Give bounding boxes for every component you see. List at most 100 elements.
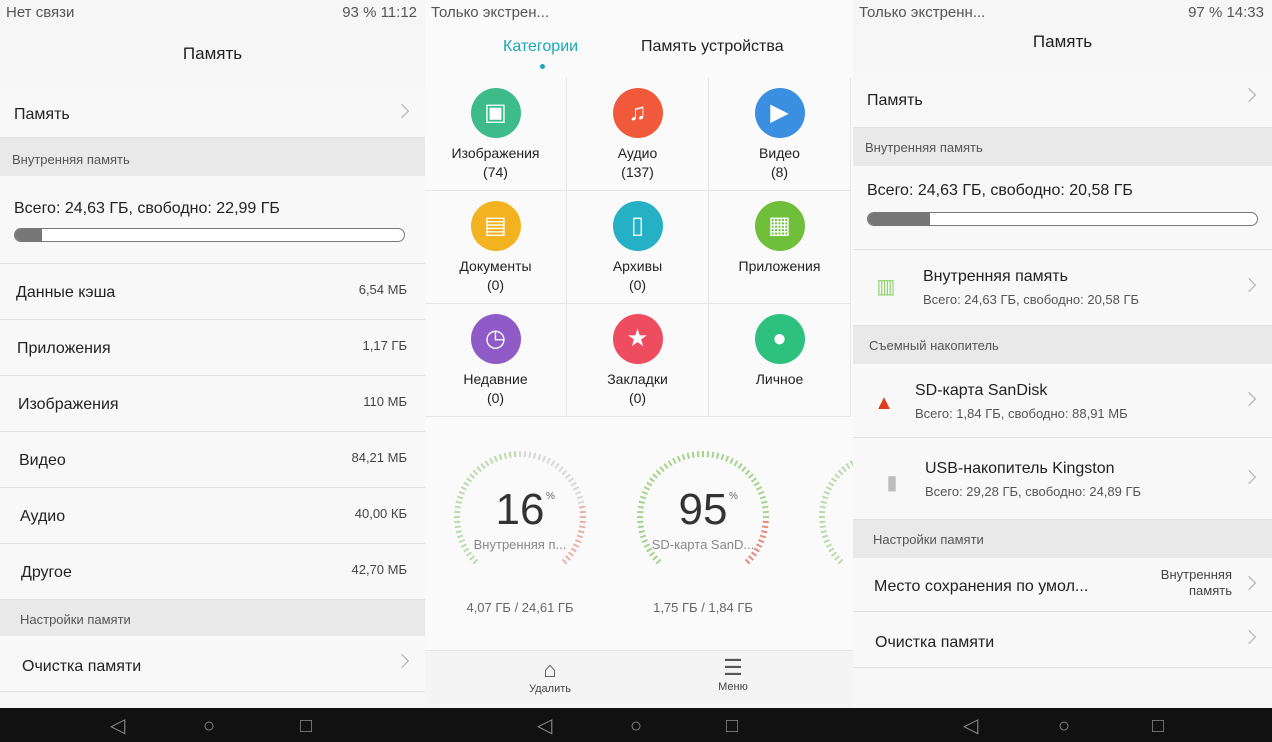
memory-settings-section: Настройки памяти [0,600,425,636]
home-icon[interactable]: ○ [630,716,642,736]
home-icon[interactable]: ○ [203,716,215,736]
apps-icon: ▦ [754,201,805,251]
system-navigation-bar: ◁ ○ □ ◁ ○ □ ◁ ○ □ [0,708,1272,742]
play-icon: ▶ [754,88,805,138]
chevron-right-icon [394,653,410,669]
storage-category-label: Данные кэша [16,284,116,301]
clean-memory-row[interactable]: Очистка памяти [853,612,1272,668]
default-save-location-row[interactable]: Место сохранения по умол... Внутренняя п… [853,558,1272,612]
storage-category-row[interactable]: Аудио 40,00 КБ [0,488,425,544]
recents-icon[interactable]: □ [1152,716,1164,736]
category-tile[interactable]: ★ Закладки (0) [567,304,709,417]
back-icon[interactable]: ◁ [963,716,978,736]
carrier-status: Только экстренн... [859,4,986,21]
storage-category-label: Приложения [17,340,111,357]
storage-progress-fill [15,229,43,241]
storage-category-row[interactable]: Данные кэша 6,54 МБ [0,264,425,320]
page-title: Память [1032,32,1093,51]
storage-category-label: Аудио [20,508,66,525]
storage-gauge[interactable]: USB 4,38 [805,445,853,625]
tab-device-memory[interactable]: Память устройства [641,38,784,56]
back-icon[interactable]: ◁ [110,716,125,736]
category-name: Архивы [612,258,663,274]
storage-gauge[interactable]: 16% Внутренняя п... 4,07 ГБ / 24,61 ГБ [440,445,600,625]
tab-categories[interactable]: Категории [503,38,578,56]
status-bar: Только экстренн... 97 % 14:33 [853,0,1272,28]
category-tile[interactable]: ▤ Документы (0) [425,191,567,304]
gauge-usage: 1,75 ГБ / 1,84 ГБ [653,600,753,615]
chevron-right-icon [1241,575,1257,591]
clean-memory-row[interactable]: Очистка памяти [0,636,425,692]
category-grid: ▣ Изображения (74) ♫ Аудио (137) ▶ Видео (8) ▤ Док… [425,78,853,418]
back-icon[interactable]: ◁ [537,716,552,736]
storage-progress-bar [867,212,1258,226]
menu-button[interactable]: ☰ Меню [693,655,773,693]
gauge-usage: 4,07 ГБ / 24,61 ГБ [466,600,574,615]
home-icon[interactable]: ○ [1058,716,1070,736]
storage-gauge[interactable]: 95% SD-карта SanD... 1,75 ГБ / 1,84 ГБ [623,445,783,625]
category-name: Закладки [607,371,668,387]
internal-memory-item[interactable]: ▥ Внутренняя память Всего: 24,63 ГБ, сво… [853,250,1272,326]
tab-bar: Категории Память устройства [425,34,853,74]
category-name: Недавние [463,371,528,387]
storage-category-row[interactable]: Другое 42,70 МБ [0,544,425,600]
memory-row[interactable]: Память [853,72,1272,128]
gauge-percent: 16 [495,485,545,534]
category-tile[interactable]: ♫ Аудио (137) [567,78,709,191]
file-manager-screen: Только экстрен... Категории Память устро… [425,0,853,742]
category-name: Документы [459,258,532,274]
category-tile[interactable]: ▦ Приложения [709,191,851,304]
storage-category-row[interactable]: Видео 84,21 МБ [0,432,425,488]
page-title: Память [182,44,243,63]
storage-category-size: 1,17 ГБ [362,338,407,353]
category-count: (137) [621,164,654,180]
storage-total-text: Всего: 24,63 ГБ, свободно: 22,99 ГБ [14,200,280,217]
carrier-status: Только экстрен... [431,4,550,21]
internal-memory-title: Внутренняя память [923,268,1068,285]
storage-category-size: 84,21 МБ [351,450,407,465]
storage-progress-bar [14,228,405,242]
image-icon: ▣ [470,88,521,138]
sd-card-item[interactable]: ▲ SD-карта SanDisk Всего: 1,84 ГБ, свобо… [853,364,1272,438]
recents-icon[interactable]: □ [300,716,312,736]
storage-category-row[interactable]: Приложения 1,17 ГБ [0,320,425,376]
active-tab-indicator [540,64,545,69]
category-tile[interactable]: ▣ Изображения (74) [425,78,567,191]
storage-category-size: 40,00 КБ [354,506,407,521]
storage-screen-right: Только экстренн... 97 % 14:33 Память Пам… [853,0,1272,742]
storage-category-label: Другое [21,564,72,581]
category-tile[interactable]: ◷ Недавние (0) [425,304,567,417]
gauge-usage: 4,38 [805,600,853,615]
storage-summary: Всего: 24,63 ГБ, свободно: 20,58 ГБ [853,166,1272,250]
category-count: (0) [486,390,505,406]
category-tile[interactable]: ▶ Видео (8) [709,78,851,191]
sd-chip-icon: ▥ [876,276,896,298]
category-count: (0) [628,390,647,406]
memory-row[interactable]: Память [0,88,425,138]
recents-icon[interactable]: □ [726,716,738,736]
category-count: (8) [770,164,789,180]
default-save-location-label: Место сохранения по умол... [874,578,1089,595]
category-tile[interactable]: ▯ Архивы (0) [567,191,709,304]
internal-memory-sub: Всего: 24,63 ГБ, свободно: 20,58 ГБ [923,292,1140,307]
category-count: (74) [483,164,508,180]
storage-total-text: Всего: 24,63 ГБ, свободно: 20,58 ГБ [867,182,1133,199]
storage-category-row[interactable]: Изображения 110 МБ [0,376,425,432]
memory-settings-section: Настройки памяти [853,520,1272,558]
status-bar: Только экстрен... [425,0,853,28]
storage-category-size: 6,54 МБ [358,282,407,297]
clean-memory-label: Очистка памяти [875,634,995,651]
menu-icon: ☰ [723,655,743,680]
category-tile[interactable]: ● Личное [709,304,851,417]
delete-button[interactable]: ⌂ Удалить [510,657,590,695]
usb-drive-sub: Всего: 29,28 ГБ, свободно: 24,89 ГБ [925,484,1142,499]
usb-drive-item[interactable]: ▮ USB-накопитель Kingston Всего: 29,28 Г… [853,438,1272,520]
category-name: Личное [755,371,804,387]
chevron-right-icon [1241,277,1257,293]
internal-memory-section: Внутренняя память [853,128,1272,166]
lock-icon: ● [754,314,805,364]
bottom-toolbar: ⌂ Удалить ☰ Меню [425,650,853,708]
memory-row-label: Память [14,106,70,123]
menu-label: Меню [718,681,748,693]
archive-icon: ▯ [612,201,663,251]
